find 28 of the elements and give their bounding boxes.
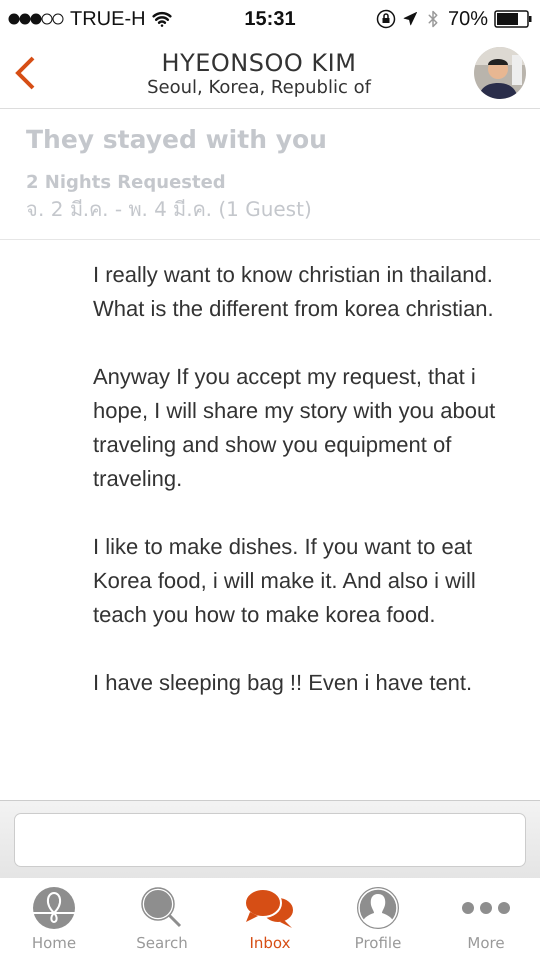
loop-icon	[32, 886, 76, 930]
back-chevron-icon	[14, 55, 36, 91]
tab-bar-item[interactable]: Inbox	[216, 878, 324, 960]
message-input[interactable]	[14, 812, 526, 866]
nights-requested: 2 Nights Requested	[26, 172, 227, 193]
tab-bar-item[interactable]: Profile	[324, 878, 432, 960]
contact-name: HYEONSOO KIM	[162, 48, 356, 76]
more-icon	[462, 902, 510, 914]
wifi-icon	[152, 9, 172, 29]
search-icon	[140, 886, 184, 930]
tab-bar-item[interactable]: More	[432, 878, 540, 960]
battery-icon	[494, 10, 532, 28]
location-icon	[402, 11, 418, 27]
stay-dates: จ. 2 มี.ค. - พ. 4 มี.ค. (1 Guest)	[26, 196, 313, 223]
profile-icon	[356, 886, 400, 930]
signal-icon	[8, 13, 64, 25]
message-paragraph: I like to make dishes. If you want to eat Korea food, i will make it. And also i will teach you how to make korea food.	[93, 533, 477, 629]
message-paragraph: I have sleeping bag !! Even i have tent.	[93, 669, 474, 697]
battery-percent: 70%	[448, 8, 488, 30]
request-heading: They stayed with you	[26, 125, 328, 154]
rotation-lock-icon	[376, 9, 396, 29]
clock-time: 15:31	[244, 8, 296, 30]
tab-bar-item[interactable]: Search	[108, 878, 216, 960]
message-paragraph: I really want to know christian in thailand. What is the different from korea christian.	[93, 261, 495, 323]
message-paragraph: Anyway If you accept my request, that i hope, I will share my story with you about traveling and show you equipment of traveling.	[93, 363, 496, 493]
tab-bar-item[interactable]: Home	[0, 878, 108, 960]
contact-location: Seoul, Korea, Republic of	[147, 76, 371, 98]
carrier-name: TRUE-H	[70, 8, 146, 30]
